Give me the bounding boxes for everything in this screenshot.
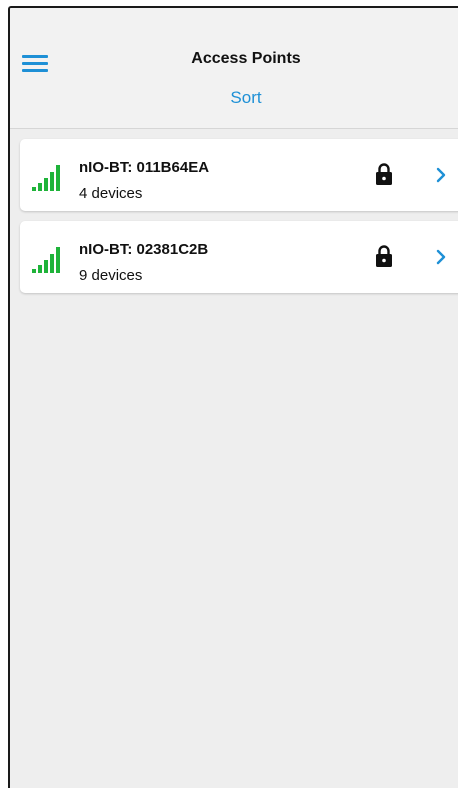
lock-icon — [376, 245, 392, 267]
signal-strength-icon — [32, 165, 60, 191]
app-screen: Access Points Sort nIO-BT: 011B64EA 4 de… — [8, 6, 458, 788]
header-bar: Access Points Sort — [10, 8, 458, 129]
chevron-right-icon[interactable] — [436, 167, 446, 183]
device-count: 9 devices — [79, 267, 143, 284]
lock-icon — [376, 163, 392, 185]
access-point-name: nIO-BT: 02381C2B — [79, 241, 209, 258]
signal-strength-icon — [32, 247, 60, 273]
page-title: Access Points — [191, 50, 301, 67]
access-point-item[interactable]: nIO-BT: 02381C2B 9 devices — [20, 221, 458, 293]
chevron-right-icon[interactable] — [436, 249, 446, 265]
sort-button[interactable]: Sort — [10, 88, 458, 108]
access-point-list: nIO-BT: 011B64EA 4 devices nIO-BT: 02381… — [20, 139, 458, 303]
access-point-name: nIO-BT: 011B64EA — [79, 159, 210, 176]
access-point-item[interactable]: nIO-BT: 011B64EA 4 devices — [20, 139, 458, 211]
device-count: 4 devices — [79, 185, 143, 202]
